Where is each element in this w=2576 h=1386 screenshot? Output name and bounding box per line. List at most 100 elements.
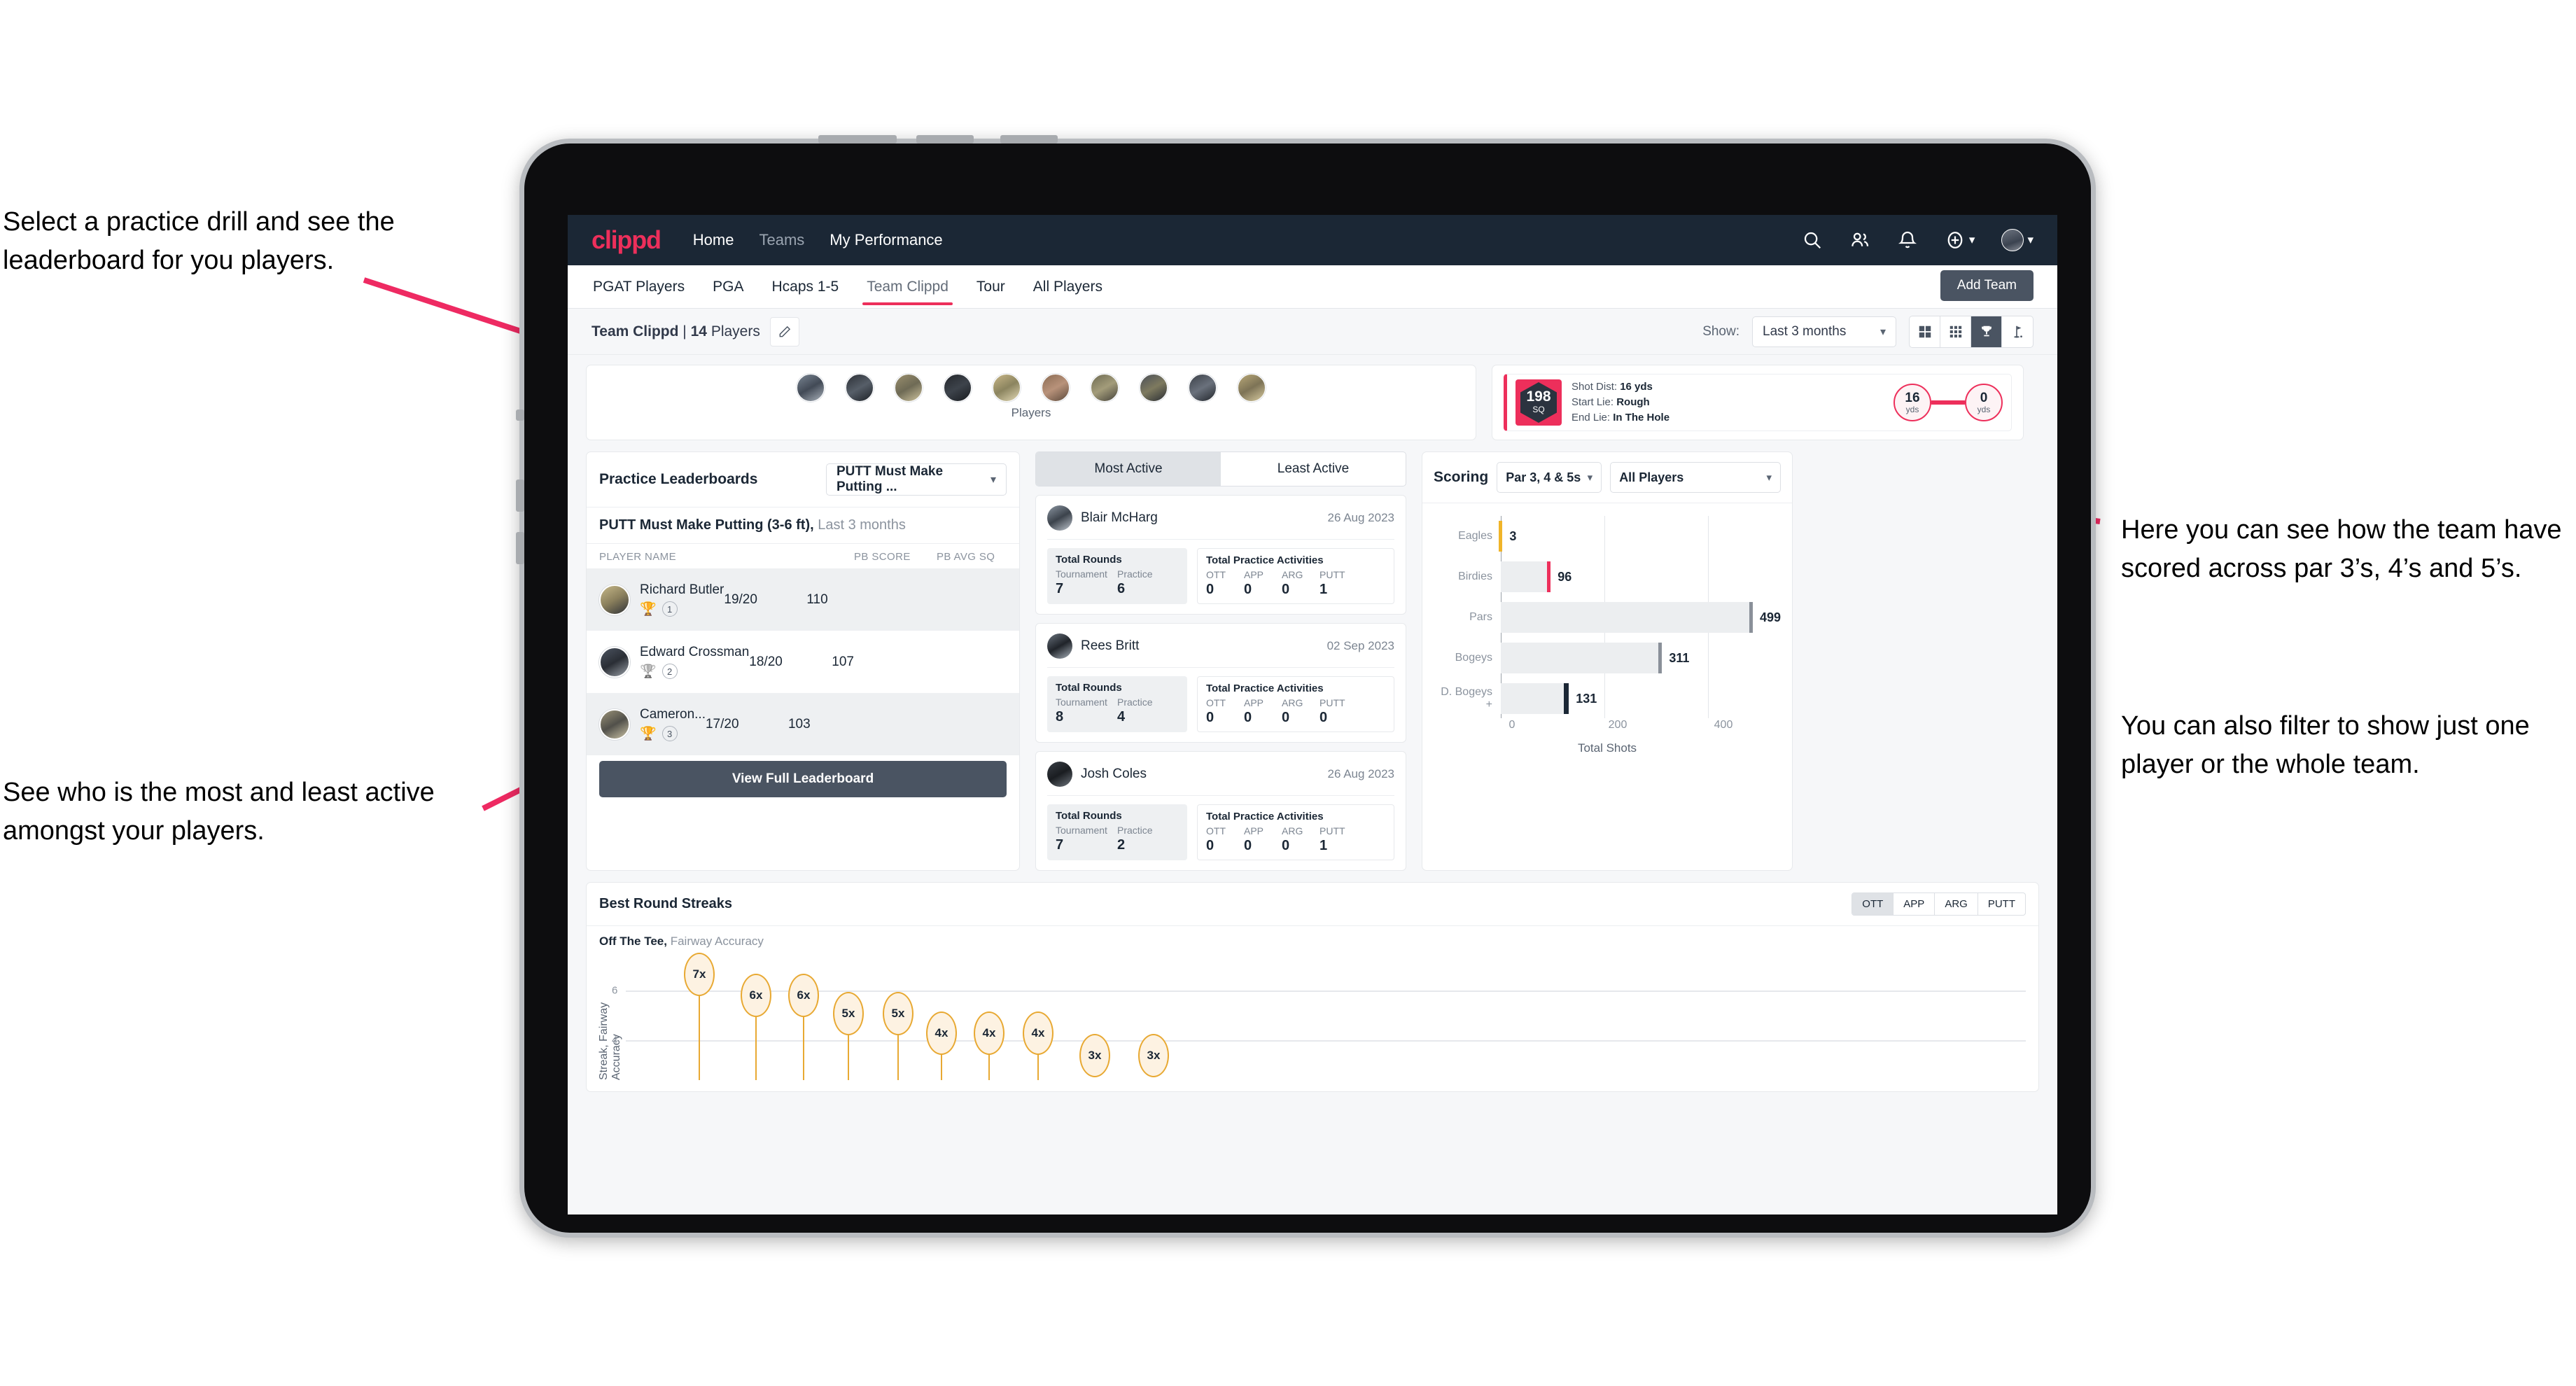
pb-score: 18/20 [749, 654, 783, 669]
tab-most-active[interactable]: Most Active [1036, 452, 1221, 486]
avatar[interactable] [2001, 229, 2024, 251]
player-filter-select[interactable]: All Players ▾ [1610, 462, 1781, 493]
practice-leaderboards-card: Practice Leaderboards PUTT Must Make Put… [586, 451, 1020, 871]
sq-badge: 198 SQ [1516, 379, 1562, 426]
player-avatar[interactable] [944, 374, 972, 402]
toggle-arg[interactable]: ARG [1935, 893, 1978, 915]
avatar [599, 708, 630, 740]
people-icon[interactable] [1849, 230, 1870, 251]
trophy-icon-button[interactable] [1971, 316, 2002, 347]
player-avatar[interactable] [993, 374, 1021, 402]
bar-label-bogeys: Bogeys [1455, 652, 1492, 664]
edit-team-button[interactable] [769, 316, 799, 346]
col-arg: ARG [1282, 825, 1303, 836]
best-round-streaks-title: Best Round Streaks [599, 896, 733, 911]
leaderboard-subtitle: PUTT Must Make Putting (3-6 ft), Last 3 … [587, 507, 1019, 543]
date-range-select[interactable]: Last 3 months ▾ [1752, 316, 1896, 347]
table-row[interactable]: Richard Butler 🏆 1 19/20 110 [587, 568, 1019, 631]
player-name: Edward Crossman [640, 645, 750, 659]
nav-link-my-performance[interactable]: My Performance [830, 231, 942, 249]
val-arg: 0 [1282, 710, 1290, 725]
col-app: APP [1244, 697, 1264, 708]
list-item[interactable]: Rees Britt 02 Sep 2023 Total Rounds Tour… [1035, 623, 1406, 743]
tab-pga[interactable]: PGA [711, 269, 745, 305]
best-round-streaks-card: Best Round Streaks OTT APP ARG PUTT Off … [586, 882, 2039, 1092]
leaderboard-subtitle-rest: Last 3 months [813, 517, 906, 533]
tablet-device: clippd Home Teams My Performance ▾ ▾ PGA… [516, 135, 2096, 1238]
shot-detail-card: 198 SQ Shot Dist: 16 yds Start Lie: Roug… [1492, 365, 2024, 440]
streak-marker[interactable]: 3x [1079, 1034, 1110, 1077]
plus-circle-icon[interactable] [1945, 230, 1966, 251]
search-icon[interactable] [1802, 230, 1823, 251]
toggle-putt[interactable]: PUTT [1978, 893, 2025, 915]
chevron-down-icon-add[interactable]: ▾ [1969, 233, 1975, 247]
tab-pgat-players[interactable]: PGAT Players [592, 269, 686, 305]
end-lie-value: In The Hole [1613, 411, 1670, 424]
val-ott: 0 [1206, 710, 1214, 725]
nav-link-teams[interactable]: Teams [759, 231, 804, 249]
clippd-logo[interactable]: clippd [592, 225, 662, 255]
drill-select[interactable]: PUTT Must Make Putting ... ▾ [826, 463, 1007, 496]
col-app: APP [1244, 825, 1264, 836]
grid-small-icon-button[interactable] [1940, 316, 1971, 347]
view-toggle-group [1909, 315, 2033, 348]
val-app: 0 [1244, 838, 1252, 853]
val-tournament: 8 [1056, 709, 1064, 724]
col-putt: PUTT [1320, 569, 1345, 580]
table-row[interactable]: Cameron... 🏆 3 17/20 103 [587, 693, 1019, 755]
team-title: Team Clippd | 14 Players [592, 323, 760, 340]
bar-row-bogeys: Bogeys 311 [1434, 638, 1781, 678]
pb-avg-sq: 107 [832, 654, 854, 669]
show-label: Show: [1702, 323, 1740, 339]
bell-icon[interactable] [1897, 230, 1918, 251]
tab-all-players[interactable]: All Players [1032, 269, 1104, 305]
streak-marker[interactable]: 4x [974, 1011, 1004, 1055]
list-item[interactable]: Josh Coles 26 Aug 2023 Total Rounds Tour… [1035, 751, 1406, 871]
tab-team-clippd[interactable]: Team Clippd [862, 269, 953, 305]
col-tournament: Tournament [1056, 568, 1107, 580]
toggle-ott[interactable]: OTT [1852, 893, 1894, 915]
trophy-icon: 🏆 [640, 601, 657, 617]
chevron-down-icon-profile[interactable]: ▾ [2027, 233, 2033, 247]
col-tournament: Tournament [1056, 696, 1107, 708]
distance-connector [1931, 400, 1965, 405]
nav-link-home[interactable]: Home [693, 231, 734, 249]
streak-marker[interactable]: 4x [926, 1011, 957, 1055]
bar-value-double-bogeys: 131 [1576, 691, 1597, 706]
tab-tour[interactable]: Tour [975, 269, 1007, 305]
streaks-scatter-chart: Streak, Fairway Accuracy 6 4 7x 6x 6x 5x… [598, 953, 2026, 1080]
xtick-400: 400 [1714, 719, 1733, 731]
par-filter-select[interactable]: Par 3, 4 & 5s ▾ [1497, 462, 1602, 493]
streak-marker[interactable]: 6x [741, 974, 771, 1017]
player-avatar[interactable] [797, 374, 825, 402]
total-rounds-block: Total Rounds Tournament Practice 7 6 [1047, 548, 1187, 604]
player-avatar[interactable] [846, 374, 874, 402]
streak-marker[interactable]: 6x [788, 974, 819, 1017]
list-item[interactable]: Blair McHarg 26 Aug 2023 Total Rounds To… [1035, 495, 1406, 615]
streak-marker[interactable]: 5x [883, 992, 913, 1035]
streak-marker[interactable]: 5x [833, 992, 864, 1035]
end-distance-unit: yds [1977, 404, 1991, 414]
player-avatar[interactable] [1238, 374, 1266, 402]
grid-large-icon-button[interactable] [1910, 316, 1940, 347]
end-distance-circle: 0 yds [1965, 384, 2003, 421]
streak-marker[interactable]: 3x [1138, 1034, 1169, 1077]
val-arg: 0 [1282, 838, 1290, 853]
player-avatar[interactable] [1189, 374, 1217, 402]
leaderboard-column-headers: PLAYER NAME PB SCORE PB AVG SQ [587, 543, 1019, 568]
player-avatar[interactable] [1042, 374, 1070, 402]
tab-least-active[interactable]: Least Active [1221, 452, 1406, 486]
total-rounds-title: Total Rounds [1056, 554, 1122, 566]
tab-hcaps-1-5[interactable]: Hcaps 1-5 [770, 269, 840, 305]
player-avatar[interactable] [1091, 374, 1119, 402]
streak-marker[interactable]: 4x [1023, 1011, 1054, 1055]
view-full-leaderboard-button[interactable]: View Full Leaderboard [599, 761, 1007, 797]
player-avatar[interactable] [1140, 374, 1168, 402]
player-avatar[interactable] [895, 374, 923, 402]
flag-icon-button[interactable] [2002, 316, 2033, 347]
streak-marker[interactable]: 7x [684, 953, 715, 996]
toggle-app[interactable]: APP [1893, 893, 1935, 915]
col-app: APP [1244, 569, 1264, 580]
table-row[interactable]: Edward Crossman 🏆 2 18/20 107 [587, 631, 1019, 693]
add-team-button[interactable]: Add Team [1940, 270, 2033, 301]
